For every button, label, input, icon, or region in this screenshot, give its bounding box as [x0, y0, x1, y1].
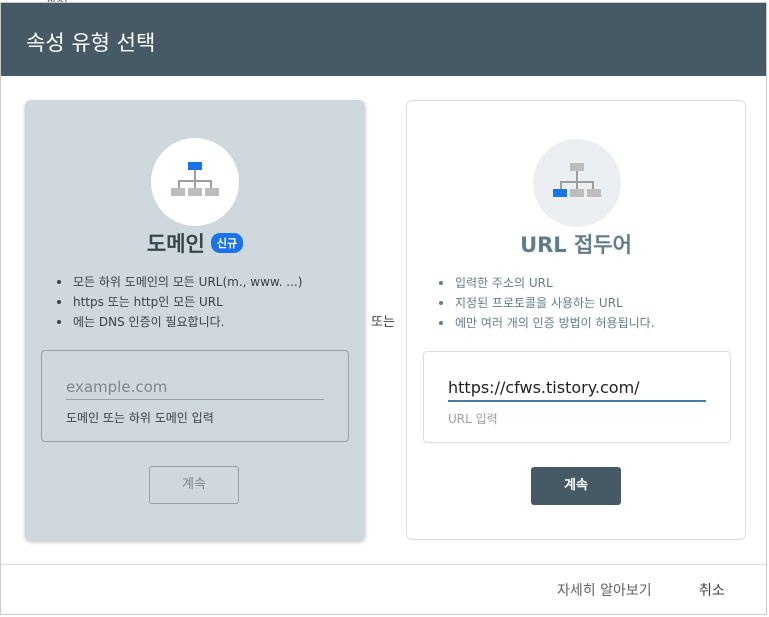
domain-bullet-item: https 또는 http인 모든 URL [53, 292, 302, 312]
dialog-header: 속성 유형 선택 [1, 3, 766, 76]
domain-continue-button[interactable]: 계속 [149, 466, 239, 504]
url-continue-button[interactable]: 계속 [531, 467, 621, 505]
property-type-dialog: 속성 유형 선택 도메인 신규 모든 하위 도메인의 모든 URL(m., www… [0, 2, 767, 615]
url-icon-circle [533, 139, 621, 227]
url-bullet-item: 지정된 프로토콜을 사용하는 URL [435, 293, 655, 313]
domain-bullet-list: 모든 하위 도메인의 모든 URL(m., www. ...) https 또는… [53, 272, 302, 332]
url-input-hint: URL 입력 [448, 412, 498, 426]
url-input-box: https://cfws.tistory.com/ URL 입력 [423, 351, 731, 443]
url-prefix-card[interactable]: URL 접두어 입력한 주소의 URL 지정된 프로토콜을 사용하는 URL 에… [406, 100, 746, 540]
domain-input-box: example.com 도메인 또는 하위 도메인 입력 [41, 350, 349, 442]
domain-bullet-item: 에는 DNS 인증이 필요합니다. [53, 312, 302, 332]
url-card-title: URL 접두어 [520, 233, 632, 257]
domain-input[interactable]: example.com [66, 375, 324, 400]
domain-bullet-item: 모든 하위 도메인의 모든 URL(m., www. ...) [53, 272, 302, 292]
cancel-button[interactable]: 취소 [699, 580, 725, 600]
domain-card-title: 도메인 신규 [25, 228, 365, 258]
domain-icon-circle [151, 138, 239, 226]
sitemap-icon [171, 162, 219, 196]
new-badge: 신규 [210, 233, 244, 253]
url-bullet-list: 입력한 주소의 URL 지정된 프로토콜을 사용하는 URL 에만 여러 개의 … [435, 273, 655, 333]
domain-title-text: 도메인 [146, 232, 205, 256]
url-input[interactable]: https://cfws.tistory.com/ [448, 376, 706, 402]
footer-divider [1, 564, 766, 565]
learn-more-link[interactable]: 자세히 알아보기 [557, 580, 652, 600]
sitemap-icon [553, 163, 601, 197]
url-bullet-item: 에만 여러 개의 인증 방법이 허용됩니다. [435, 313, 655, 333]
domain-input-hint: 도메인 또는 하위 도메인 입력 [66, 411, 214, 425]
dialog-title: 속성 유형 선택 [26, 31, 156, 55]
url-bullet-item: 입력한 주소의 URL [435, 273, 655, 293]
or-label: 또는 [371, 315, 395, 330]
domain-card[interactable]: 도메인 신규 모든 하위 도메인의 모든 URL(m., www. ...) ht… [25, 100, 365, 540]
